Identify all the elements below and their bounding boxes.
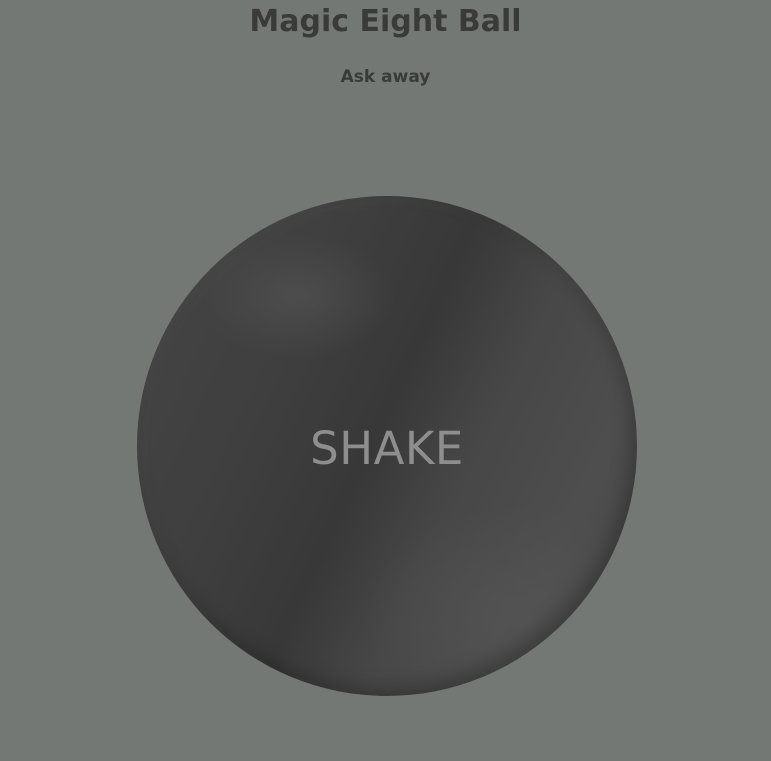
shake-label: SHAKE bbox=[310, 422, 464, 475]
page-subtitle: Ask away bbox=[340, 67, 431, 87]
magic-eight-ball[interactable]: SHAKE bbox=[137, 196, 637, 696]
page-title: Magic Eight Ball bbox=[249, 4, 522, 39]
